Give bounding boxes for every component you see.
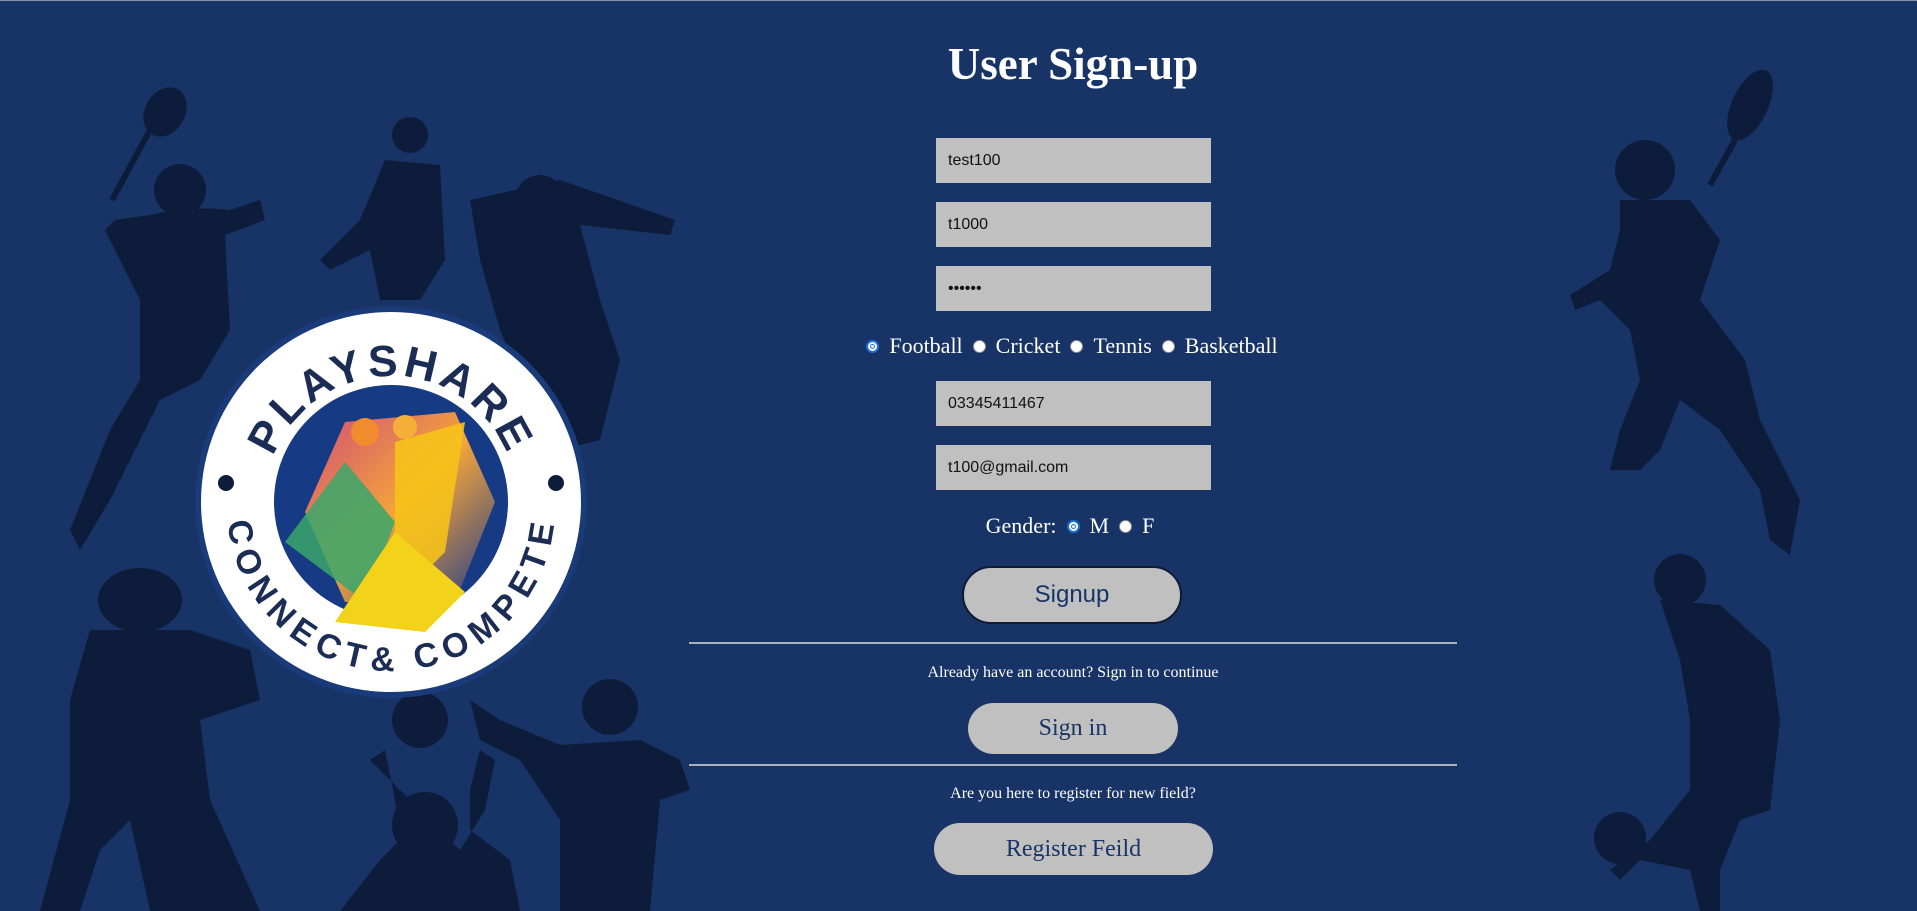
signup-button[interactable]: Signup: [962, 566, 1182, 624]
sport-radio-group: Football Cricket Tennis Basketball: [0, 333, 1917, 359]
page-title: User Sign-up: [947, 39, 1199, 89]
password-input[interactable]: [936, 266, 1211, 311]
signin-prompt: Already have an account? Sign in to cont…: [927, 664, 1219, 681]
playshare-logo: PLAYSHARE CONNECT& COMPETE: [195, 306, 587, 698]
runner-silhouette: [320, 117, 445, 300]
sport-radio-basketball[interactable]: [1161, 339, 1175, 353]
name-input[interactable]: [936, 202, 1211, 247]
sport-radio-football[interactable]: [866, 339, 880, 353]
sport-label-tennis: Tennis: [1093, 333, 1152, 358]
register-prompt: Are you here to register for new field?: [950, 785, 1196, 802]
tennis-player-silhouette: [1570, 69, 1800, 555]
sport-label-football: Football: [889, 333, 963, 358]
gender-radio-group: Gender: M F: [0, 513, 1917, 539]
gender-label-m: M: [1089, 513, 1110, 538]
email-input[interactable]: [936, 445, 1211, 490]
sport-label-cricket: Cricket: [995, 333, 1061, 358]
username-input[interactable]: [936, 138, 1211, 183]
gender-radio-m[interactable]: [1066, 519, 1080, 533]
register-field-button[interactable]: Register Feild: [934, 823, 1213, 875]
football-player-silhouette: [1594, 554, 1780, 911]
gender-label-f: F: [1142, 513, 1155, 538]
phone-input[interactable]: [936, 381, 1211, 426]
sport-label-basketball: Basketball: [1184, 333, 1278, 358]
gender-label: Gender:: [985, 513, 1057, 538]
divider-1: [689, 642, 1457, 644]
signin-button[interactable]: Sign in: [968, 703, 1178, 754]
sport-radio-tennis[interactable]: [1070, 339, 1084, 353]
gender-radio-f[interactable]: [1119, 519, 1133, 533]
divider-2: [689, 764, 1457, 766]
sport-radio-cricket[interactable]: [972, 339, 986, 353]
